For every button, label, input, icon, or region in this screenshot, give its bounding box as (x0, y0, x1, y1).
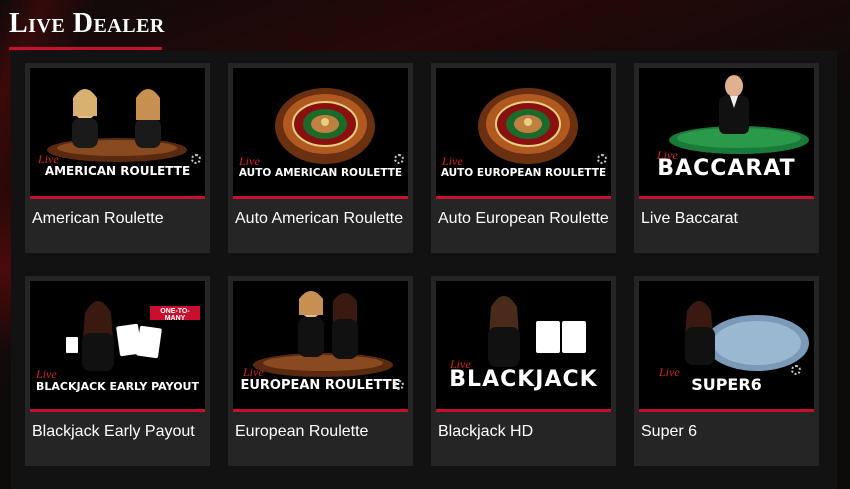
chip-icon (394, 380, 404, 390)
thumbnail-game-name: SUPER6 (691, 375, 762, 394)
chip-icon (191, 154, 201, 164)
thumbnail-accent-bar (233, 409, 408, 412)
game-title: Live Baccarat (641, 210, 738, 227)
game-card-blackjack-hd[interactable]: Live BLACKJACK Blackjack HD (431, 276, 616, 466)
game-thumbnail: Live AUTO AMERICAN ROULETTE (233, 68, 408, 199)
game-thumbnail: Live EUROPEAN ROULETTE (233, 281, 408, 412)
game-thumbnail: Live SUPER6 (639, 281, 814, 412)
game-card-auto-american-roulette[interactable]: Live AUTO AMERICAN ROULETTE Auto America… (228, 63, 413, 253)
game-title: Blackjack Early Payout (32, 423, 195, 440)
game-title: Super 6 (641, 423, 698, 440)
game-title: Auto European Roulette (438, 210, 609, 227)
thumbnail-accent-bar (436, 409, 611, 412)
thumbnail-game-name: AUTO EUROPEAN ROULETTE (440, 167, 607, 179)
thumbnail-accent-bar (639, 196, 814, 199)
game-title: European Roulette (235, 423, 369, 440)
chip-icon (597, 154, 607, 164)
roulette-wheel-art (478, 88, 578, 164)
game-title: Auto American Roulette (235, 210, 404, 227)
one-to-many-badge: ONE-TO-MANY (160, 308, 190, 322)
game-thumbnail: Live AUTO EUROPEAN ROULETTE (436, 68, 611, 199)
thumbnail-accent-bar (30, 196, 205, 199)
thumbnail-accent-bar (30, 409, 205, 412)
thumbnail-accent-bar (639, 409, 814, 412)
thumbnail-accent-bar (436, 196, 611, 199)
dealer-cards-art (488, 296, 586, 367)
section-title: Live Dealer (9, 8, 165, 39)
game-card-super-6[interactable]: Live SUPER6 Super 6 (634, 276, 819, 466)
chip-icon (791, 365, 801, 375)
game-card-european-roulette[interactable]: Live EUROPEAN ROULETTE European Roulette (228, 276, 413, 466)
game-thumbnail: Live BACCARAT (639, 68, 814, 199)
game-card-blackjack-early-payout[interactable]: ONE-TO-MANY Live BLACKJACK EARLY PAYOUT … (25, 276, 210, 466)
game-thumbnail: Live AMERICAN ROULETTE (30, 68, 205, 199)
game-title: Blackjack HD (438, 423, 534, 440)
game-card-auto-european-roulette[interactable]: Live AUTO EUROPEAN ROULETTE Auto Europea… (431, 63, 616, 253)
dealers-roulette-art (47, 89, 187, 162)
section-title-underline (9, 47, 162, 50)
chip-icon (394, 154, 404, 164)
game-card-live-baccarat[interactable]: Live BACCARAT Live Baccarat (634, 63, 819, 253)
game-title: American Roulette (32, 210, 164, 227)
thumbnail-game-name: AMERICAN ROULETTE (44, 164, 191, 178)
thumbnail-game-name: EUROPEAN ROULETTE (240, 378, 401, 393)
game-thumbnail: Live BLACKJACK (436, 281, 611, 412)
thumbnail-game-name: BACCARAT (657, 156, 796, 181)
thumbnail-game-name: BLACKJACK EARLY PAYOUT (36, 380, 199, 393)
thumbnail-game-name: AUTO AMERICAN ROULETTE (238, 167, 403, 179)
game-thumbnail: ONE-TO-MANY Live BLACKJACK EARLY PAYOUT (30, 281, 205, 412)
thumbnail-accent-bar (233, 196, 408, 199)
roulette-wheel-art (275, 88, 375, 164)
game-card-american-roulette[interactable]: Live AMERICAN ROULETTE American Roulette (25, 63, 210, 253)
thumbnail-game-name: BLACKJACK (449, 367, 598, 392)
